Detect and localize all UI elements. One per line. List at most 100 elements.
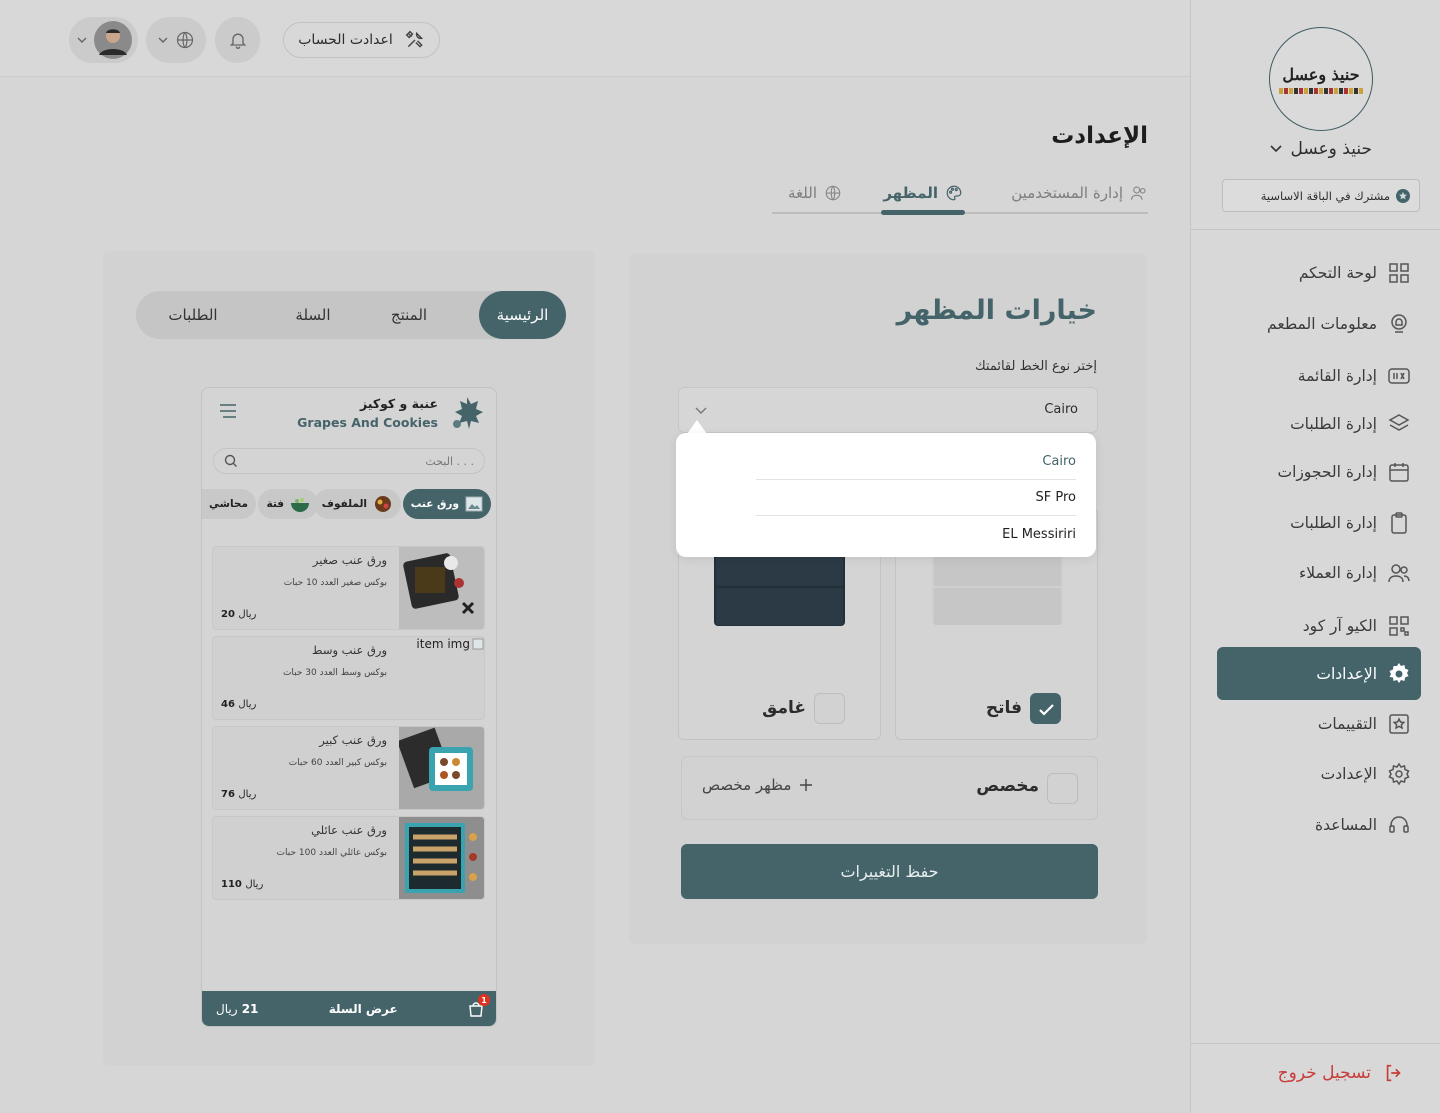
font-option-sf-pro[interactable]: SF Pro <box>756 480 1076 516</box>
page-title: الإعدادت <box>1051 123 1148 149</box>
category-chip-grape-leaves[interactable]: ورق عنب <box>402 489 491 519</box>
font-label: إختر نوع الخط لقائمتك <box>974 359 1097 374</box>
plus-icon <box>800 779 813 791</box>
tab-label: اللغة <box>788 184 817 202</box>
avatar <box>93 21 132 59</box>
search-placeholder: البحث . . . <box>425 454 474 468</box>
preview-tabs: الرئيسية المنتج السلة الطلبات <box>136 291 566 339</box>
view-cart-bar[interactable]: 21 ريال عرض السلة 1 <box>202 991 496 1026</box>
category-chip-stuffed[interactable]: محاشي <box>201 489 256 519</box>
sidebar-item-restaurant-info[interactable]: معلومات المطعم <box>1217 298 1421 350</box>
food-image <box>399 727 484 809</box>
search-icon <box>224 454 237 467</box>
cart-button[interactable]: 1 <box>468 994 490 1017</box>
menu-item-card[interactable]: item img ورق عنب وسط بوكس وسط العدد 30 ح… <box>212 636 485 720</box>
sidebar-item-settings-2[interactable]: الإعدادت <box>1217 748 1421 800</box>
tools-icon <box>405 30 423 48</box>
item-price: 46 ريال <box>221 699 256 710</box>
add-custom-theme-button[interactable]: مظهر مخصص <box>702 776 813 794</box>
theme-dark-label: غامق <box>762 698 806 718</box>
sidebar-item-menu[interactable]: إدارة القائمة <box>1217 350 1421 402</box>
menu-item-card[interactable]: ورق عنب صغير بوكس صغير العدد 10 حبات 20 … <box>212 546 485 630</box>
preview-tab-orders[interactable]: الطلبات <box>138 291 248 339</box>
menu-item-card[interactable]: ورق عنب كبير بوكس كبير العدد 60 حبات 76 … <box>212 726 485 810</box>
item-description: بوكس كبير العدد 60 حبات <box>288 758 387 768</box>
category-chip-fatteh[interactable]: فتة <box>258 489 318 519</box>
chip-label: محاشي <box>209 498 248 510</box>
theme-dark-checkbox[interactable] <box>814 693 845 724</box>
save-changes-button[interactable]: حفظ التغييرات <box>681 844 1098 899</box>
item-price: 76 ريال <box>221 789 256 800</box>
active-tab-indicator <box>881 210 965 215</box>
currency: ريال <box>216 1002 238 1016</box>
font-option-el-messiri[interactable]: EL Messiriri <box>756 516 1076 552</box>
brand-name-en: Grapes And Cookies <box>297 415 438 430</box>
sidebar-item-customers[interactable]: إدارة العملاء <box>1217 547 1421 599</box>
broken-image-icon <box>472 638 484 650</box>
clipboard-icon <box>1391 512 1407 534</box>
sidebar-item-dashboard[interactable]: لوحة التحكم <box>1217 247 1421 299</box>
sidebar-item-label: لوحة التحكم <box>1298 264 1377 282</box>
bowl-icon <box>291 498 309 512</box>
chevron-down-icon <box>695 407 707 414</box>
layers-icon <box>1388 414 1410 431</box>
image-placeholder-icon <box>465 496 483 512</box>
preview-search-input[interactable]: البحث . . . <box>213 448 485 474</box>
logo-stripe <box>1279 87 1364 94</box>
menu-item-card[interactable]: ورق عنب عائلي بوكس عائلي العدد 100 حبات … <box>212 816 485 900</box>
custom-theme-checkbox[interactable] <box>1047 773 1078 804</box>
font-option-cairo[interactable]: Cairo <box>756 444 1076 480</box>
palette-icon <box>946 185 962 201</box>
bell-icon <box>229 33 246 49</box>
hamburger-icon[interactable] <box>218 402 238 420</box>
item-price: 20 ريال <box>221 609 256 620</box>
sidebar-item-orders[interactable]: إدارة الطلبات <box>1217 398 1421 450</box>
notifications-button[interactable] <box>215 17 260 63</box>
tab-users[interactable]: إدارة المستخدمين <box>1011 184 1148 202</box>
category-chip-cabbage[interactable]: الملفوف <box>313 489 401 519</box>
language-button[interactable] <box>146 17 206 63</box>
chip-label: ورق عنب <box>410 498 459 510</box>
sidebar-item-settings[interactable]: الإعدادات <box>1217 647 1421 700</box>
sidebar-item-orders-2[interactable]: إدارة الطلبات <box>1217 497 1421 549</box>
chevron-down-icon <box>158 37 168 43</box>
sidebar-item-label: الإعدادت <box>1320 765 1377 783</box>
dropdown-caret <box>687 420 707 434</box>
currency: ريال <box>238 789 257 800</box>
sidebar-item-help[interactable]: المساعدة <box>1217 799 1421 851</box>
currency: ريال <box>238 609 257 620</box>
dish-icon <box>201 494 203 514</box>
logo-text: حنيذ وعسل <box>1282 64 1360 84</box>
item-name: ورق عنب كبير <box>319 733 387 747</box>
sidebar-item-label: الكيو آر كود <box>1302 617 1377 635</box>
plan-badge: مشترك في الباقة الاساسية <box>1222 179 1420 212</box>
users-icon <box>1130 186 1146 200</box>
account-settings-label: اعدادت الحساب <box>298 32 393 48</box>
tab-language[interactable]: اللغة <box>788 184 842 202</box>
appearance-card: خيارات المظهر إختر نوع الخط لقائمتك Cair… <box>629 253 1147 944</box>
tab-label: إدارة المستخدمين <box>1011 184 1123 202</box>
dish-icon <box>375 496 391 512</box>
chevron-down-icon <box>1269 145 1282 153</box>
preview-tab-product[interactable]: المنتج <box>364 291 454 339</box>
grid-icon <box>1389 263 1409 283</box>
sidebar-item-reviews[interactable]: التقييمات <box>1217 698 1421 750</box>
custom-theme-label: مخصص <box>976 776 1039 796</box>
preview-tab-cart[interactable]: السلة <box>268 291 358 339</box>
sidebar-item-label: المساعدة <box>1314 816 1377 834</box>
item-name: ورق عنب صغير <box>312 553 387 567</box>
preview-tab-home[interactable]: الرئيسية <box>479 291 566 339</box>
tab-appearance[interactable]: المظهر <box>883 184 963 202</box>
sidebar: حنيذ وعسل حنيذ وعسل مشترك في الباقة الاس… <box>1190 0 1440 1113</box>
restaurant-switcher[interactable]: حنيذ وعسل <box>1269 139 1372 159</box>
broken-image-alt: item img <box>416 637 470 651</box>
font-dropdown: Cairo SF Pro EL Messiriri <box>676 433 1096 557</box>
font-select[interactable]: Cairo <box>678 387 1098 433</box>
gear-icon <box>1389 662 1409 683</box>
account-settings-button[interactable]: اعدادت الحساب <box>283 22 440 58</box>
sidebar-item-reservations[interactable]: إدارة الحجوزات <box>1217 446 1421 498</box>
profile-menu[interactable] <box>69 17 138 63</box>
sidebar-item-qr[interactable]: الكيو آر كود <box>1217 600 1421 652</box>
logout-button[interactable]: تسجيل خروج <box>1278 1062 1405 1084</box>
theme-light-checkbox[interactable] <box>1030 693 1061 724</box>
